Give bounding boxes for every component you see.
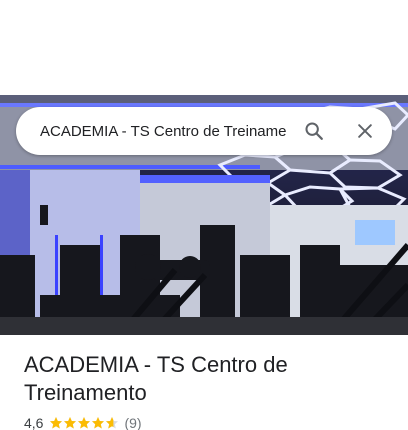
search-bar: [16, 107, 392, 155]
rating-stars: [49, 416, 119, 430]
place-title: ACADEMIA - TS Centro de Treinamento: [24, 352, 288, 405]
rating-value: 4,6: [24, 415, 44, 430]
review-count[interactable]: (9): [124, 415, 141, 430]
star-icon: [106, 417, 119, 429]
map-blank-area: [0, 0, 408, 95]
star-icon: [78, 417, 91, 429]
search-button[interactable]: [294, 107, 334, 155]
close-icon: [358, 124, 372, 138]
search-icon: [305, 122, 323, 140]
star-icon: [64, 417, 77, 429]
star-icon: [92, 417, 105, 429]
star-icon: [50, 417, 63, 429]
search-input[interactable]: [40, 107, 302, 155]
close-button[interactable]: [345, 107, 385, 155]
rating-row[interactable]: 4,6 (9): [24, 414, 142, 430]
